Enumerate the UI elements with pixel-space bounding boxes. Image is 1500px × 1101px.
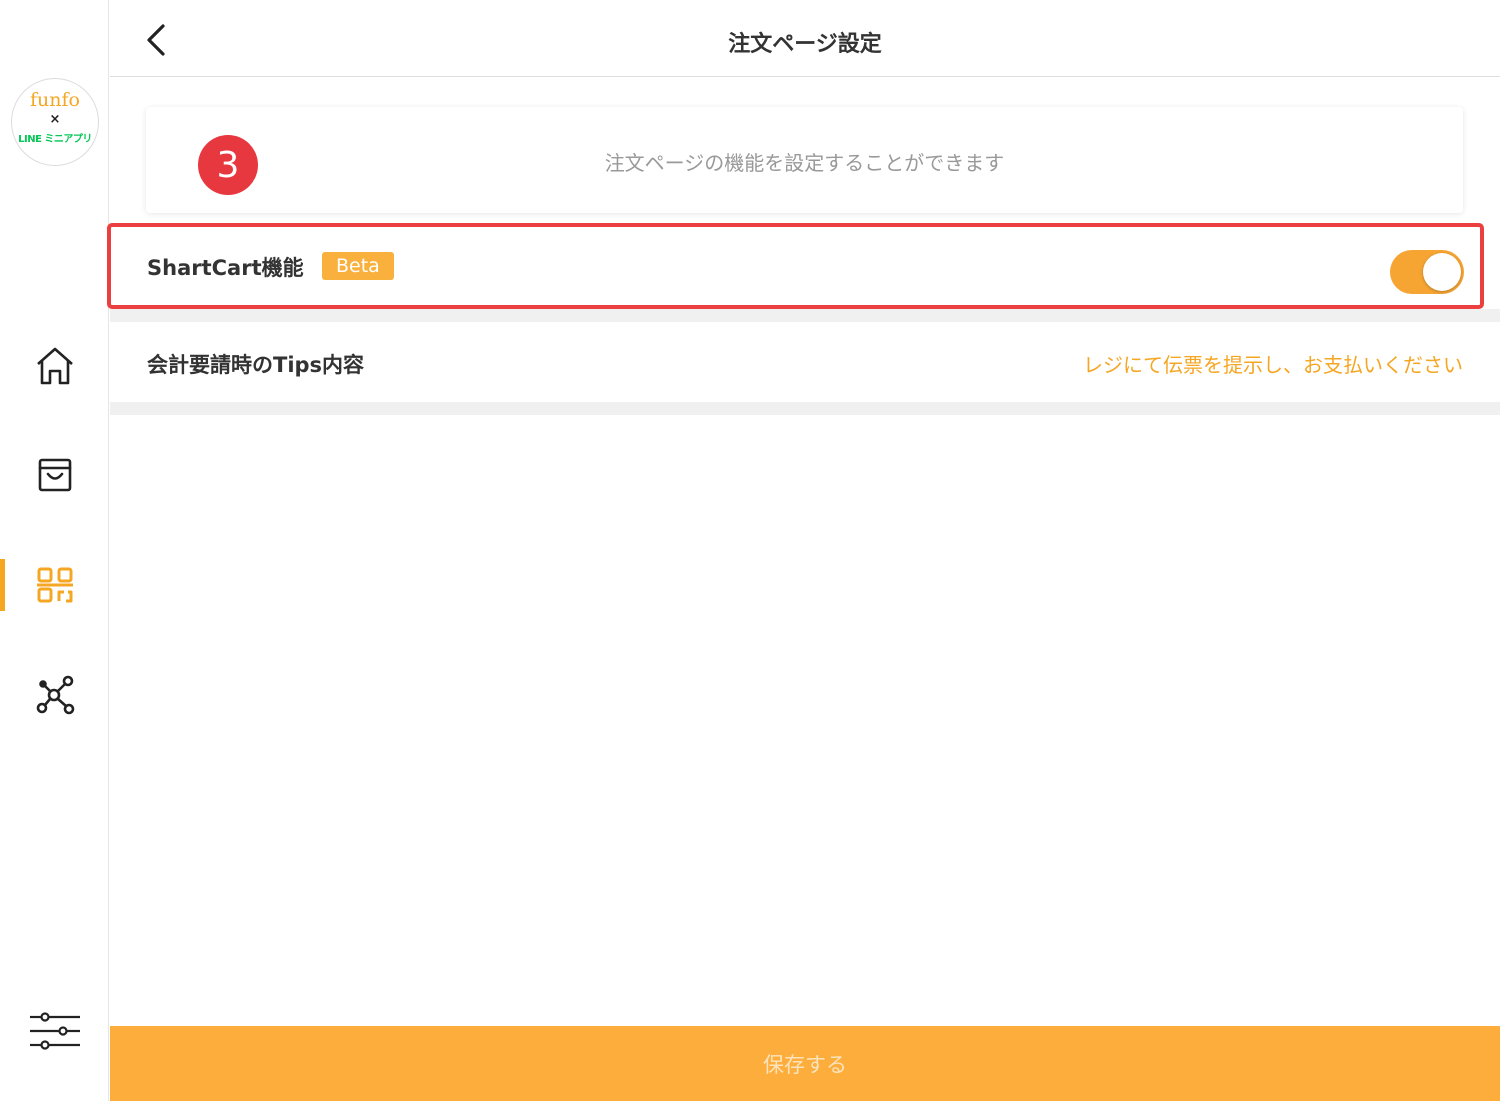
shartcart-label: ShartCart機能: [147, 256, 304, 280]
section-divider: [110, 309, 1500, 322]
info-card: 3 注文ページの機能を設定することができます: [146, 107, 1463, 213]
app-logo: funfo × LINE ミニアプリ: [11, 78, 99, 166]
tips-label: 会計要請時のTips内容: [147, 353, 365, 377]
network-icon: [36, 675, 74, 715]
beta-badge: Beta: [322, 252, 394, 280]
tips-value: レジにて伝票を提示し、お支払いください: [1083, 353, 1463, 377]
logo-partner: LINE ミニアプリ: [18, 134, 92, 145]
sidebar: funfo × LINE ミニアプリ: [0, 0, 109, 1101]
tips-setting-row[interactable]: 会計要請時のTips内容 レジにて伝票を提示し、お支払いください: [110, 322, 1500, 402]
sidebar-item-shop[interactable]: [0, 445, 109, 505]
sliders-icon: [29, 1012, 80, 1050]
home-icon: [36, 347, 73, 385]
page-title: 注文ページ設定: [728, 32, 882, 57]
shartcart-toggle[interactable]: [1390, 250, 1464, 294]
shartcart-setting-row: ShartCart機能 Beta: [110, 226, 1500, 309]
logo-separator: ×: [49, 112, 61, 127]
settings-button[interactable]: [0, 1001, 109, 1061]
page-header: 注文ページ設定: [110, 0, 1500, 77]
section-divider: [110, 402, 1500, 415]
save-button[interactable]: 保存する: [110, 1026, 1500, 1101]
sidebar-item-home[interactable]: [0, 336, 109, 396]
toggle-knob: [1423, 253, 1461, 291]
shopping-bag-icon: [38, 458, 71, 492]
qr-code-icon: [36, 567, 73, 603]
sidebar-item-qr[interactable]: [0, 555, 109, 615]
logo-brand: funfo: [30, 89, 80, 111]
info-text: 注文ページの機能を設定することができます: [604, 151, 1005, 175]
sidebar-item-network[interactable]: [0, 665, 109, 725]
